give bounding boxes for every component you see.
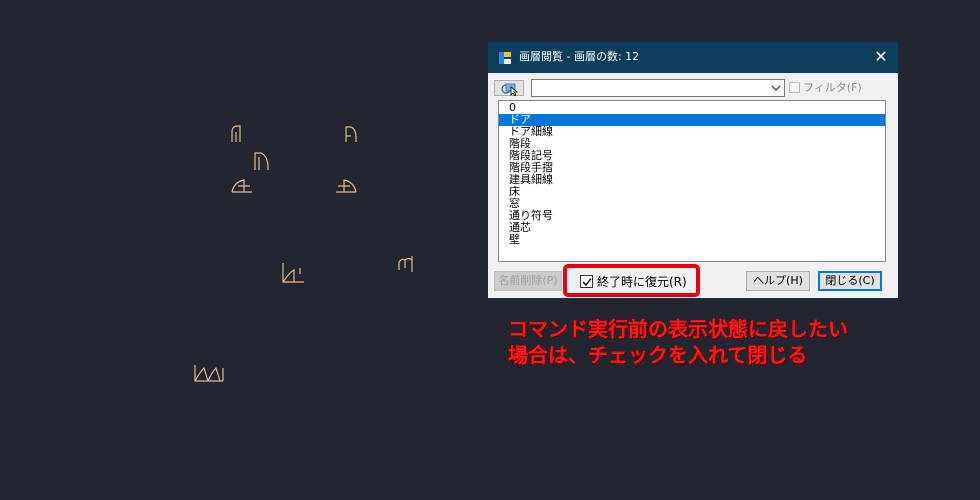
close-icon[interactable]: ✕ [872, 48, 890, 66]
delete-name-button[interactable]: 名前削除(P) [494, 271, 562, 291]
list-item[interactable]: 壁 [499, 234, 885, 246]
list-item[interactable]: 階段記号 [499, 150, 885, 162]
annotation-line-1: コマンド実行前の表示状態に戻したい [508, 317, 848, 341]
highlight-frame [563, 264, 700, 297]
door-symbol [228, 124, 244, 144]
list-item[interactable]: 通芯 [499, 222, 885, 234]
dialog-titlebar[interactable]: 画層閲覧 - 画層の数: 12 ✕ [488, 42, 898, 73]
help-button[interactable]: ヘルプ(H) [746, 271, 810, 291]
layer-combo[interactable] [531, 79, 785, 97]
door-symbol [343, 124, 359, 144]
door-symbol [192, 362, 226, 384]
layer-browser-dialog: 画層閲覧 - 画層の数: 12 ✕ フィルタ(F) 0 ドア ドア細線 階段 階… [488, 42, 898, 298]
door-symbol [230, 176, 254, 194]
app-icon [498, 50, 512, 64]
dialog-title: 画層閲覧 - 画層の数: 12 [519, 50, 640, 63]
door-symbol [396, 254, 418, 274]
door-symbol [334, 176, 358, 194]
list-item[interactable]: 階段 [499, 138, 885, 150]
annotation-text: コマンド実行前の表示状態に戻したい 場合は、チェックを入れて閉じる [508, 316, 928, 368]
annotation-line-2: 場合は、チェックを入れて閉じる [508, 343, 808, 367]
list-item[interactable]: 床 [499, 186, 885, 198]
list-item[interactable]: 建具細線 [499, 174, 885, 186]
filter-checkbox-box[interactable] [789, 82, 800, 93]
list-item[interactable]: 窓 [499, 198, 885, 210]
filter-label: フィルタ(F) [803, 81, 862, 94]
list-item[interactable]: 0 [499, 102, 885, 114]
door-symbol [252, 150, 272, 172]
chevron-down-icon [771, 85, 781, 91]
door-symbol [280, 260, 308, 286]
pick-cursor-icon [501, 83, 519, 96]
close-button[interactable]: 閉じる(C) [818, 271, 882, 291]
list-item[interactable]: ドア細線 [499, 126, 885, 138]
list-item[interactable]: 階段手摺 [499, 162, 885, 174]
list-item[interactable]: ドア [499, 114, 885, 126]
layer-list[interactable]: 0 ドア ドア細線 階段 階段記号 階段手摺 建具細線 床 窓 通り符号 通芯 … [498, 100, 886, 262]
list-item[interactable]: 通り符号 [499, 210, 885, 222]
pick-layer-button[interactable] [494, 80, 524, 96]
